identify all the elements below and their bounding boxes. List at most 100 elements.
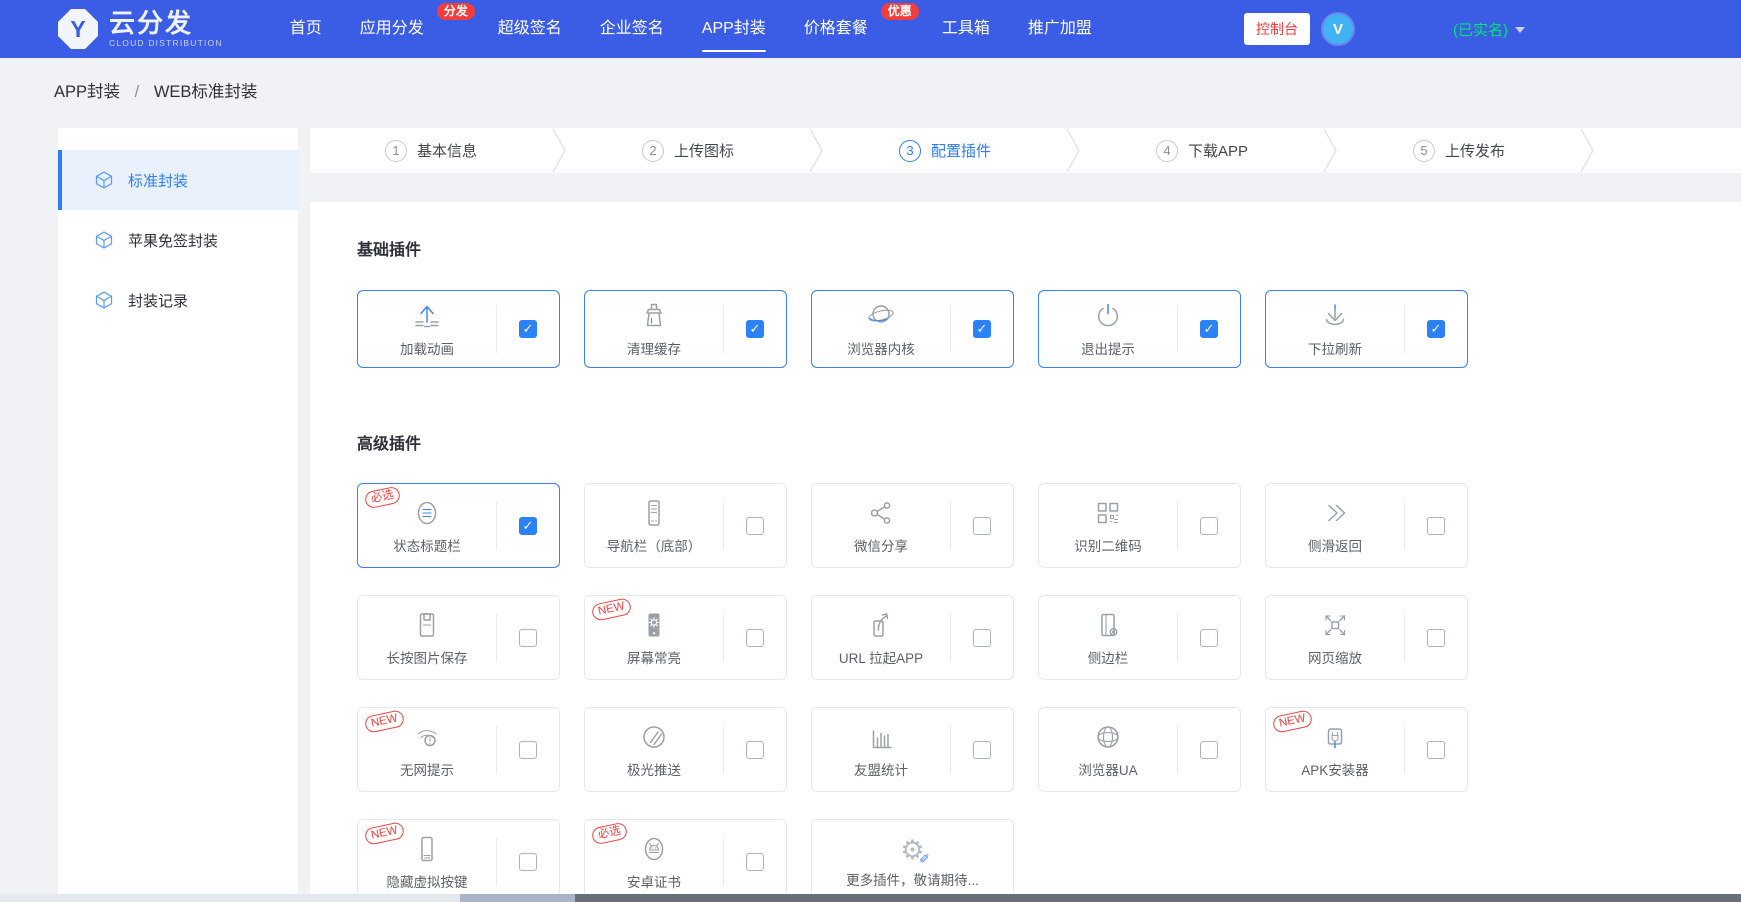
verified-dropdown[interactable]: (已实名) [1453,19,1525,40]
plugin-card-no-network-tip[interactable]: NEW 无网提示 [357,707,560,792]
wechat-share-checkbox[interactable] [973,516,991,535]
no-network-tip-checkbox[interactable] [519,740,537,759]
nav-item-app-distribution[interactable]: 应用分发 分发 [341,0,475,58]
cube-icon [94,290,114,310]
plugin-card-wechat-share[interactable]: 微信分享 [811,483,1014,568]
nav-item-app-packaging[interactable]: APP封装 [683,0,785,58]
plugin-label: 清理缓存 [627,342,681,357]
plugin-card-loading-animation[interactable]: 加载动画 [357,290,560,368]
plugin-label: 导航栏（底部） [606,538,702,554]
plugin-card-hide-virtual-keys[interactable]: NEW 隐藏虚拟按键 [357,819,560,894]
plugin-card-screen-keep-on[interactable]: NEW 屏幕常亮 [584,595,787,680]
plugin-card-side-bar[interactable]: 侧边栏 [1038,595,1241,680]
avatar[interactable]: V [1323,14,1353,44]
card-main: ⚙ ✎ 更多插件，敬请期待... [812,835,1013,889]
step-number: 5 [1412,139,1435,162]
plugin-card-url-launch-app[interactable]: URL 拉起APP [811,595,1014,680]
plugin-label: 隐藏虚拟按键 [386,874,468,890]
browser-core-checkbox[interactable] [973,320,991,338]
brand-logo[interactable]: Y 云分发 CLOUD DISTRIBUTION [56,7,223,51]
plugin-label: 状态标题栏 [393,538,461,554]
sidebar-item-apple-signfree-packaging[interactable]: 苹果免签封装 [58,210,298,270]
umeng-stats-checkbox[interactable] [973,740,991,759]
plugin-card-swipe-back[interactable]: 侧滑返回 [1265,483,1468,568]
step-upload-icon[interactable]: 2 上传图标 [567,128,809,173]
card-main: 侧滑返回 [1266,497,1404,555]
plugin-card-jpush[interactable]: 极光推送 [584,707,787,792]
plugin-card-more-plugins[interactable]: ⚙ ✎ 更多插件，敬请期待... [811,819,1014,894]
scrollbar-thumb[interactable] [575,894,1741,902]
plugin-card-bottom-nav-bar[interactable]: 导航栏（底部） [584,483,787,568]
pull-refresh-checkbox[interactable] [1427,320,1445,338]
checkbox-cell [724,516,786,535]
sidebar-item-standard-packaging[interactable]: 标准封装 [58,150,298,210]
step-upload-publish[interactable]: 5 上传发布 [1338,128,1580,173]
basic-plugins-row: 加载动画 清理缓存 浏览器内核 退出提示 [357,290,1741,368]
nav-label: APP封装 [701,20,766,37]
android-cert-checkbox[interactable] [746,852,764,871]
breadcrumb-separator: / [134,83,140,101]
breadcrumb: APP封装 / WEB标准封装 [54,78,257,102]
browser-ua-checkbox[interactable] [1200,740,1218,759]
step-download-app[interactable]: 4 下载APP [1081,128,1323,173]
clear-cache-checkbox[interactable] [746,320,764,338]
step-configure-plugins[interactable]: 3 配置插件 [824,128,1066,173]
exit-prompt-checkbox[interactable] [1200,320,1218,338]
verified-status: (已实名) [1453,21,1508,39]
checkbox-cell [1405,516,1467,535]
android-icon [644,837,664,860]
plugin-card-browser-core[interactable]: 浏览器内核 [811,290,1014,368]
console-button[interactable]: 控制台 [1244,13,1310,45]
jpush-checkbox[interactable] [746,740,764,759]
plugin-card-pull-refresh[interactable]: 下拉刷新 [1265,290,1468,368]
nav-item-super-sign[interactable]: 超级签名 [479,0,581,58]
checkbox-cell [1178,516,1240,535]
status-title-bar-checkbox[interactable] [519,516,537,535]
loading-animation-checkbox[interactable] [519,320,537,338]
nav-item-promotion[interactable]: 推广加盟 [1009,0,1111,58]
apk-installer-checkbox[interactable] [1427,740,1445,759]
card-main: 侧边栏 [1039,609,1177,667]
swipe-back-checkbox[interactable] [1427,516,1445,535]
sidebar-item-packaging-records[interactable]: 封装记录 [58,270,298,330]
plugin-card-exit-prompt[interactable]: 退出提示 [1038,290,1241,368]
horizontal-scrollbar[interactable] [0,894,1741,902]
double-chevron-icon [1328,504,1346,521]
qr-scan-checkbox[interactable] [1200,516,1218,535]
breadcrumb-app-packaging[interactable]: APP封装 [54,83,120,101]
url-launch-app-checkbox[interactable] [973,628,991,647]
brand-name: 云分发 [109,8,194,38]
apk-installer-icon [1327,727,1343,748]
plugin-card-umeng-stats[interactable]: 友盟统计 [811,707,1014,792]
scrollbar-segment [460,894,575,902]
side-bar-checkbox[interactable] [1200,628,1218,647]
plugin-label: 极光推送 [627,762,681,778]
plugin-card-status-title-bar[interactable]: 必选 状态标题栏 [357,483,560,568]
chevron-right-icon [1323,128,1338,173]
nav-item-pricing[interactable]: 价格套餐 优惠 [785,0,919,58]
plugin-card-long-press-save[interactable]: 长按图片保存 [357,595,560,680]
step-label: 基本信息 [416,143,477,160]
nav-item-enterprise-sign[interactable]: 企业签名 [581,0,683,58]
long-press-save-checkbox[interactable] [519,628,537,647]
plugin-card-qr-scan[interactable]: 识别二维码 [1038,483,1241,568]
nav-item-home[interactable]: 首页 [271,0,341,58]
nav-item-toolbox[interactable]: 工具箱 [923,0,1009,58]
step-basic-info[interactable]: 1 基本信息 [310,128,552,173]
card-main: 加载动画 [358,300,496,358]
advanced-plugins-row-1: 必选 状态标题栏 导航栏（底部） 微信分享 [357,483,1741,568]
gear-icon: ⚙ ✎ [900,834,933,865]
plugin-card-apk-installer[interactable]: NEW APK安装器 [1265,707,1468,792]
checkbox-cell [1178,320,1240,338]
hide-virtual-keys-checkbox[interactable] [519,852,537,871]
plugin-card-page-zoom[interactable]: 网页缩放 [1265,595,1468,680]
step-number: 2 [641,139,664,162]
plugin-card-android-cert[interactable]: 必选 安卓证书 [584,819,787,894]
screen-keep-on-checkbox[interactable] [746,628,764,647]
plugin-card-clear-cache[interactable]: 清理缓存 [584,290,787,368]
plugin-card-browser-ua[interactable]: 浏览器UA [1038,707,1241,792]
page-zoom-checkbox[interactable] [1427,628,1445,647]
planet-icon [868,305,894,323]
bottom-nav-bar-checkbox[interactable] [746,516,764,535]
plugin-label: 友盟统计 [854,762,908,778]
